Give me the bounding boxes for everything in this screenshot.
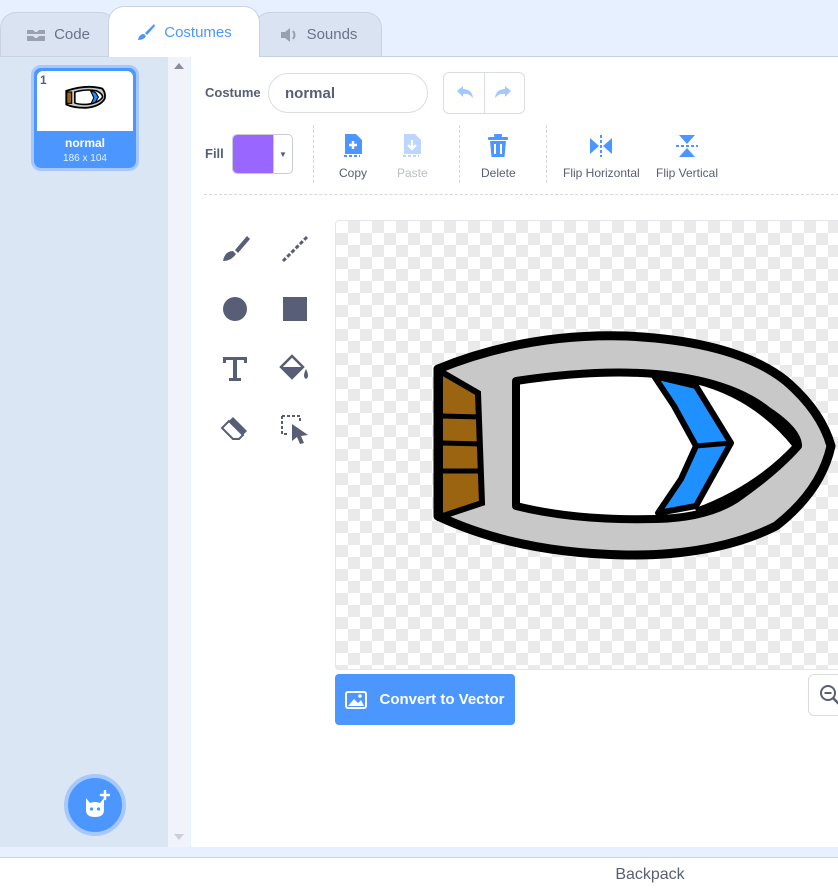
tab-sounds[interactable]: Sounds: [254, 12, 382, 56]
costume-list-scroll: 1 normal 186 x 104: [0, 57, 168, 848]
paste-icon: [403, 134, 422, 157]
paintbrush-icon: [138, 24, 156, 40]
costume-list: 1 normal 186 x 104: [0, 56, 190, 848]
boat-thumbnail: [65, 85, 106, 109]
flip-horizontal-icon: [590, 135, 613, 157]
brush-tool[interactable]: [215, 229, 255, 269]
eraser-icon: [220, 417, 247, 440]
costume-name: normal: [64, 136, 105, 150]
zoom-out-icon: [820, 685, 838, 705]
fill-color-swatch: [233, 135, 273, 173]
costume-size: 186 x 104: [63, 153, 107, 164]
add-costume-button[interactable]: [64, 774, 126, 836]
toolbar-divider: [459, 125, 460, 183]
speaker-icon: [280, 27, 296, 42]
editor-tabs: Code Sounds Costumes: [0, 0, 838, 57]
rectangle-icon: [283, 297, 307, 321]
circle-tool[interactable]: [215, 289, 255, 329]
bottom-strip: [0, 847, 838, 857]
copy-button[interactable]: Copy: [339, 133, 367, 180]
scroll-down-icon[interactable]: [174, 834, 184, 840]
paste-button[interactable]: Paste: [397, 133, 428, 180]
costume-thumbnail-frame: 1: [37, 71, 133, 131]
circle-icon: [223, 297, 247, 321]
text-icon: [223, 357, 247, 381]
redo-button[interactable]: [483, 73, 524, 113]
delete-label: Delete: [481, 166, 516, 180]
line-tool[interactable]: [275, 229, 315, 269]
delete-button[interactable]: Delete: [481, 133, 516, 180]
costume-name-label: Costume: [205, 85, 261, 100]
tab-code-label: Code: [54, 26, 90, 43]
cat-plus-icon: [86, 790, 110, 817]
scroll-up-icon[interactable]: [174, 63, 184, 69]
paint-bucket-icon: [279, 354, 308, 380]
redo-icon: [495, 86, 512, 98]
text-tool[interactable]: [215, 349, 255, 389]
tab-costumes[interactable]: Costumes: [108, 6, 260, 57]
tab-code[interactable]: Code: [0, 12, 116, 56]
brush-icon: [223, 236, 250, 261]
tab-sounds-label: Sounds: [306, 26, 358, 43]
flip-horizontal-button[interactable]: Flip Horizontal: [563, 133, 640, 180]
flip-horizontal-label: Flip Horizontal: [563, 166, 640, 180]
select-tool[interactable]: [275, 409, 315, 449]
copy-icon: [344, 134, 362, 157]
fill-color-picker[interactable]: ▼: [232, 134, 293, 174]
copy-label: Copy: [339, 166, 368, 180]
eraser-tool[interactable]: [215, 409, 255, 449]
flip-vertical-icon: [676, 135, 699, 157]
fill-tool[interactable]: [275, 349, 315, 389]
code-icon: [27, 29, 46, 41]
toolbar-separator: [204, 194, 838, 195]
costume-list-scrollbar[interactable]: [168, 57, 190, 848]
costume-number: 1: [40, 73, 47, 87]
undo-icon: [456, 86, 473, 98]
zoom-out-button[interactable]: [808, 674, 838, 716]
undo-button[interactable]: [444, 73, 484, 113]
paint-editor: Costume Fill ▼ Copy Pa: [191, 56, 838, 847]
toolbar-divider: [313, 125, 314, 183]
backpack-label: Backpack: [615, 865, 685, 883]
image-icon: [345, 690, 368, 709]
tab-costumes-label: Costumes: [164, 23, 232, 41]
flip-vertical-button[interactable]: Flip Vertical: [656, 133, 718, 180]
toolbar-divider: [546, 125, 547, 183]
costume-name-input[interactable]: [268, 73, 428, 113]
flip-vertical-label: Flip Vertical: [656, 166, 719, 180]
costume-tile[interactable]: 1 normal 186 x 104: [31, 65, 139, 171]
paint-canvas[interactable]: [335, 220, 838, 670]
boat-costume-image: [433, 331, 836, 560]
convert-to-vector-label: Convert to Vector: [379, 691, 505, 708]
dropdown-arrow-icon: ▼: [273, 135, 292, 173]
undo-redo-group: [443, 72, 525, 114]
line-icon: [281, 235, 309, 263]
select-icon: [281, 415, 308, 444]
convert-to-vector-button[interactable]: Convert to Vector: [335, 674, 515, 725]
rectangle-tool[interactable]: [275, 289, 315, 329]
fill-label: Fill: [205, 146, 224, 161]
backpack-bar[interactable]: Backpack: [0, 857, 838, 891]
trash-icon: [488, 134, 509, 157]
paste-label: Paste: [397, 166, 428, 180]
